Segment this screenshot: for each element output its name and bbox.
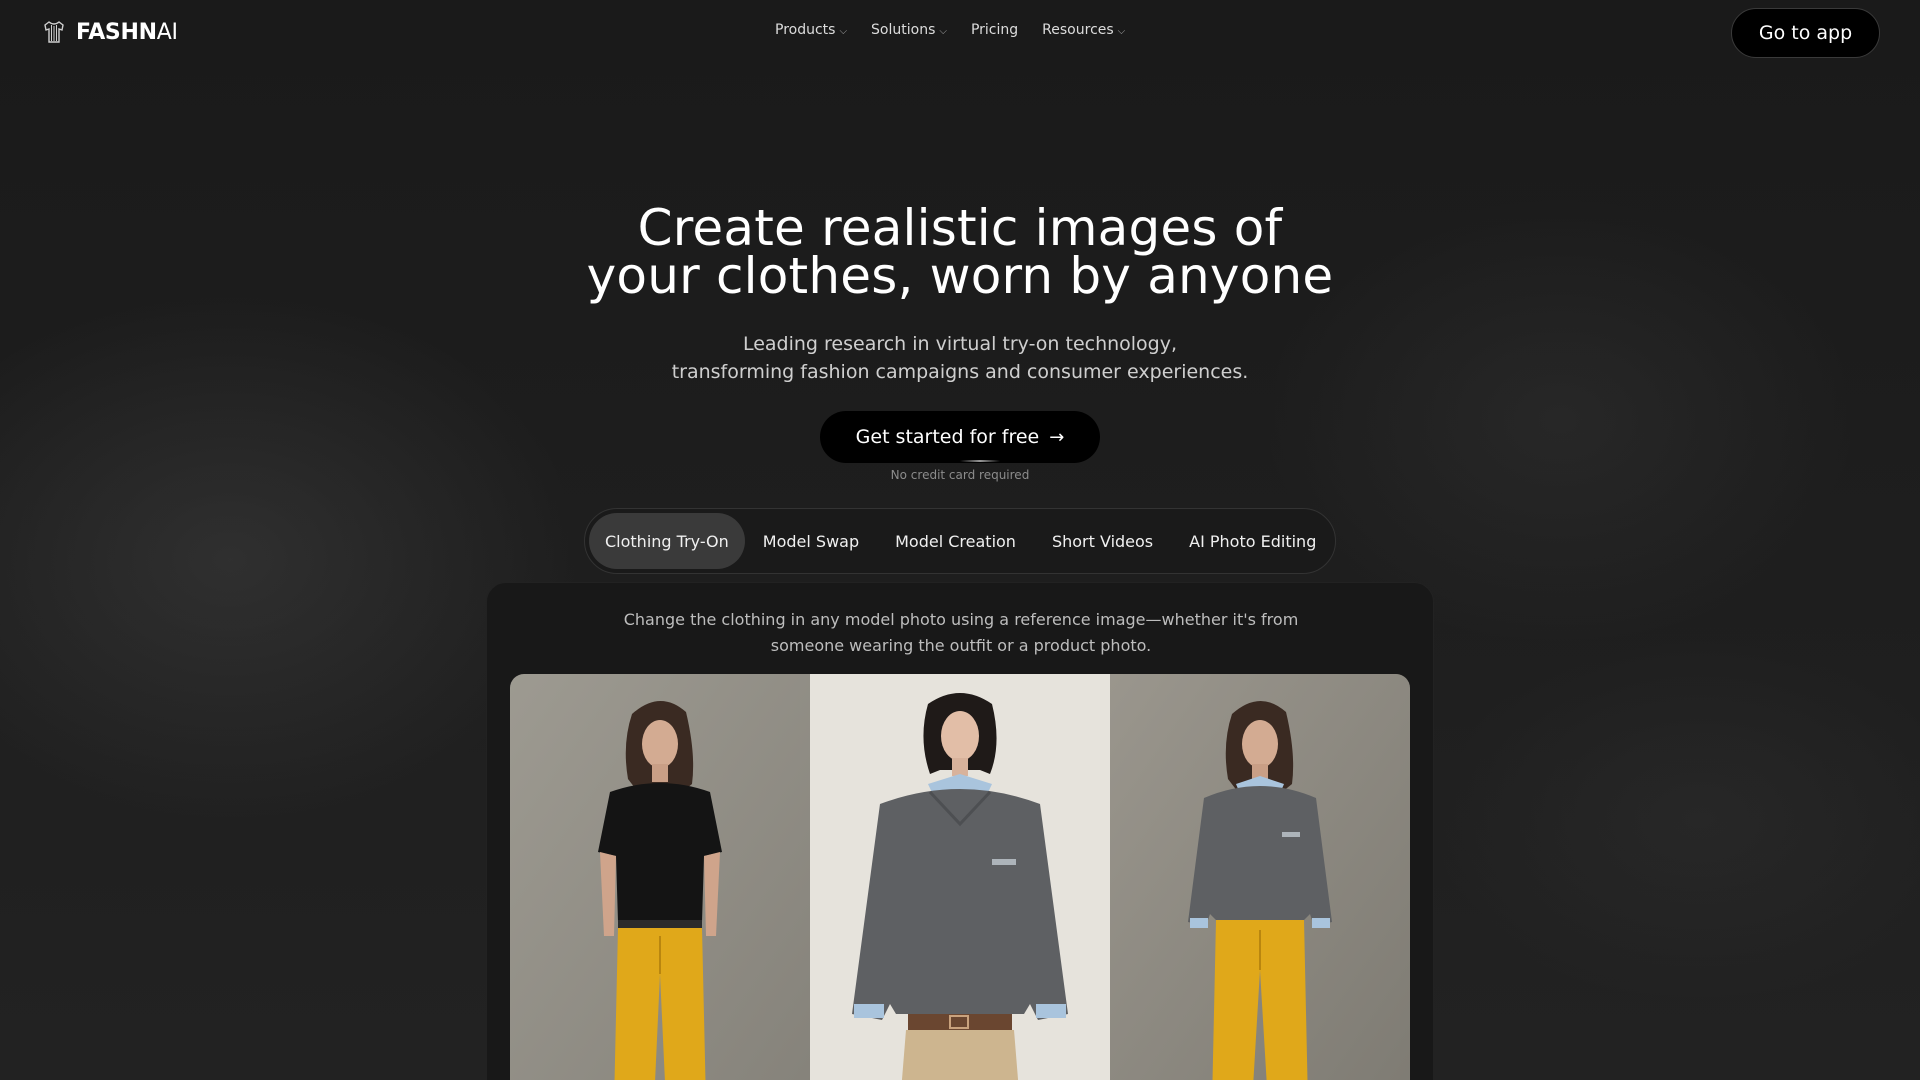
feature-description-line: someone wearing the outfit or a product … (770, 636, 1152, 655)
reference-garment-image (810, 674, 1110, 1080)
brand-logo[interactable]: FASHNAI (40, 18, 178, 46)
brand-name: FASHNAI (76, 19, 178, 45)
chevron-down-icon: ⌵ (939, 25, 947, 37)
try-on-result-image (1110, 674, 1410, 1080)
tab-model-swap[interactable]: Model Swap (745, 513, 877, 569)
feature-panel: Change the clothing in any model photo u… (486, 582, 1434, 1080)
go-to-app-button[interactable]: Go to app (1731, 8, 1880, 58)
model-photo-image (510, 674, 810, 1080)
tab-ai-photo-editing[interactable]: AI Photo Editing (1171, 513, 1334, 569)
tab-short-videos[interactable]: Short Videos (1034, 513, 1171, 569)
nav-item-label: Resources (1042, 22, 1114, 38)
cta-glow (960, 460, 1000, 462)
cta-label: Get started for free (855, 426, 1040, 448)
hero-subtitle-line: transforming fashion campaigns and consu… (671, 361, 1249, 383)
hero-title-line: Create realistic images of (637, 199, 1283, 257)
nav-item-products[interactable]: Products ⌵ (775, 22, 847, 38)
tab-model-creation[interactable]: Model Creation (877, 513, 1034, 569)
nav-item-pricing[interactable]: Pricing (971, 22, 1018, 38)
get-started-button[interactable]: Get started for free → (820, 411, 1100, 463)
tab-clothing-try-on[interactable]: Clothing Try-On (589, 513, 745, 569)
top-navigation: FASHNAI Products ⌵ Solutions ⌵ Pricing R… (0, 0, 1920, 66)
feature-description: Change the clothing in any model photo u… (487, 607, 1435, 659)
chevron-down-icon: ⌵ (1117, 25, 1126, 37)
arrow-right-icon: → (1049, 426, 1065, 448)
nav-links: Products ⌵ Solutions ⌵ Pricing Resources… (775, 22, 1125, 38)
logo-shirt-icon (40, 18, 68, 46)
feature-description-line: Change the clothing in any model photo u… (623, 610, 1299, 629)
nav-item-solutions[interactable]: Solutions ⌵ (871, 22, 947, 38)
hero-title: Create realistic images of your clothes,… (0, 199, 1920, 305)
try-on-example-images (510, 674, 1410, 1080)
feature-tabs: Clothing Try-On Model Swap Model Creatio… (584, 508, 1336, 574)
chevron-down-icon: ⌵ (839, 25, 848, 37)
nav-item-label: Products (775, 22, 836, 38)
hero-title-line: your clothes, worn by anyone (586, 247, 1334, 305)
no-credit-card-note: No credit card required (890, 468, 1030, 482)
hero-subtitle-line: Leading research in virtual try-on techn… (742, 333, 1178, 355)
hero-subtitle: Leading research in virtual try-on techn… (0, 330, 1920, 386)
nav-item-resources[interactable]: Resources ⌵ (1042, 22, 1125, 38)
nav-item-label: Pricing (970, 22, 1019, 38)
nav-item-label: Solutions (871, 22, 936, 38)
